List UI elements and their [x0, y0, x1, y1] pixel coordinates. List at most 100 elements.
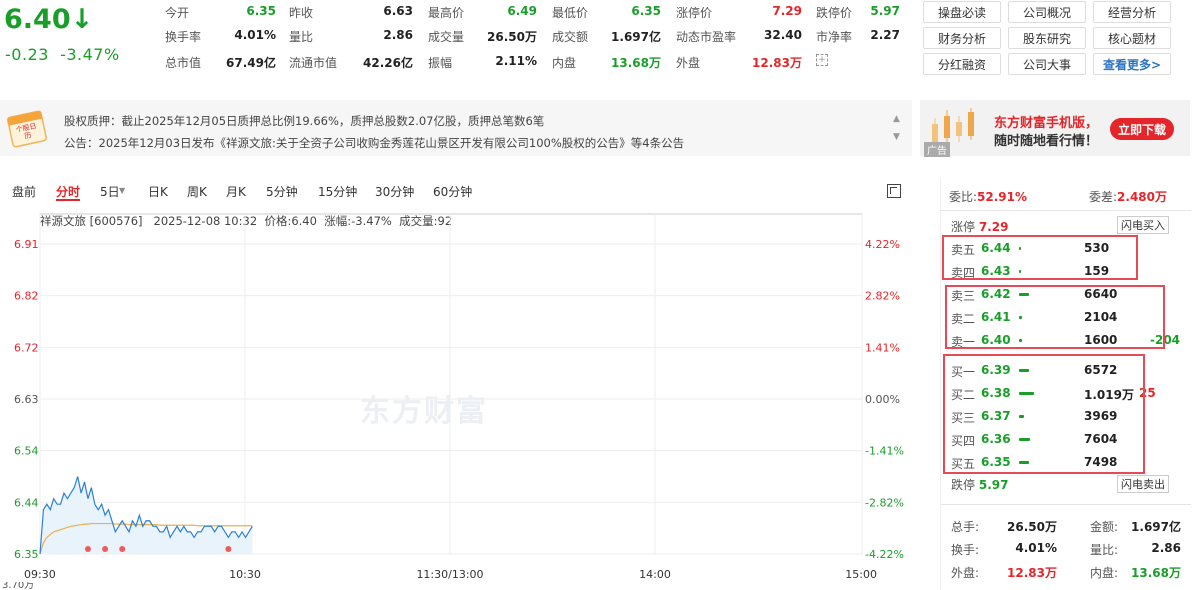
ad-tag: 广告	[924, 142, 950, 157]
quote-label: 涨停价	[676, 6, 713, 20]
quote-value: 12.83万	[752, 56, 802, 70]
stat-value: 12.83万	[1007, 566, 1057, 580]
weicha-label: 委差:	[1089, 190, 1118, 204]
stat-value: 4.01%	[1015, 541, 1057, 555]
right-tick: -1.41%	[865, 445, 904, 458]
x-tick: 14:00	[639, 568, 671, 581]
quote-label: 动态市盈率	[676, 30, 737, 44]
quote-value: 7.29	[772, 4, 802, 18]
weibi-value: 52.91%	[977, 190, 1028, 204]
header-button[interactable]: 财务分析	[923, 27, 1001, 49]
limit-down-value: 5.97	[978, 478, 1009, 492]
header-button[interactable]: 股东研究	[1008, 27, 1086, 49]
trade-marker[interactable]	[119, 546, 126, 552]
quote-value: 26.50万	[487, 30, 537, 44]
quote-label: 总市值	[165, 56, 202, 70]
stat-value: 1.697亿	[1131, 520, 1181, 534]
quote-value: 2.11%	[495, 54, 537, 68]
quote-label: 外盘	[676, 56, 701, 70]
quote-value: 1.697亿	[611, 30, 661, 44]
tab-4[interactable]: 周K	[187, 183, 207, 200]
stat-value: 13.68万	[1131, 566, 1181, 580]
stat-label: 量比:	[1090, 543, 1119, 557]
x-tick: 10:30	[229, 568, 261, 581]
expand-quotes-icon[interactable]: +	[816, 54, 828, 66]
flash-buy-button[interactable]: 闪电买入	[1117, 216, 1169, 234]
quote-label: 今开	[165, 6, 190, 20]
tab-7[interactable]: 15分钟	[318, 183, 357, 200]
limit-up-label: 涨停	[951, 220, 976, 234]
header-button[interactable]: 公司大事	[1008, 53, 1086, 75]
right-tick: 0.00%	[865, 393, 900, 406]
trade-marker[interactable]	[225, 546, 232, 552]
right-tick: -2.82%	[865, 496, 904, 509]
stat-label: 内盘:	[1090, 566, 1119, 580]
left-tick: 6.44	[14, 496, 39, 509]
current-price: 6.40↓	[4, 4, 94, 35]
quote-label: 成交量	[428, 30, 465, 44]
x-tick: 09:30	[24, 568, 56, 581]
stat-value: 26.50万	[1007, 520, 1057, 534]
header-button[interactable]: 操盘必读	[923, 1, 1001, 23]
quote-label: 换手率	[165, 30, 202, 44]
tab-3[interactable]: 日K	[148, 183, 168, 200]
trade-marker[interactable]	[84, 546, 91, 552]
watermark: 东方财富	[360, 394, 488, 429]
calendar-icon[interactable]: 个股日历	[6, 108, 50, 148]
left-tick: 6.72	[14, 341, 39, 354]
header-button[interactable]: 公司概况	[1008, 1, 1086, 23]
change-value: -0.23	[5, 45, 49, 64]
quote-value: 6.49	[507, 4, 537, 18]
quote-label: 振幅	[428, 56, 453, 70]
notice-bar: 个股日历 股权质押：截止2025年12月05日质押总比例19.66%，质押总股数…	[0, 100, 912, 156]
left-tick: 6.54	[14, 445, 39, 458]
highlight-box-2	[945, 285, 1165, 349]
weicha-value: 2.480万	[1117, 190, 1168, 204]
ad-banner[interactable]: 广告 东方财富手机版， 随时随地看行情！ 立即下载	[920, 100, 1190, 157]
quote-value: 42.26亿	[363, 56, 413, 70]
scroll-down-icon[interactable]: ▼	[893, 132, 900, 142]
stat-value: 2.86	[1151, 541, 1181, 555]
ad-line-1: 东方财富手机版，	[994, 116, 1099, 131]
flash-sell-button[interactable]: 闪电卖出	[1117, 475, 1169, 493]
quote-value: 2.86	[383, 28, 413, 42]
quote-label: 内盘	[552, 56, 577, 70]
quote-value: 6.35	[246, 4, 276, 18]
quote-value: 6.35	[631, 4, 661, 18]
quote-value: 67.49亿	[226, 56, 276, 70]
fullscreen-icon[interactable]	[887, 184, 901, 198]
announcement-notice[interactable]: 公告：2025年12月03日发布《祥源文旅:关于全资子公司收购金秀莲花山景区开发…	[64, 135, 684, 151]
download-button[interactable]: 立即下载	[1110, 118, 1174, 140]
tab-9[interactable]: 60分钟	[433, 183, 472, 200]
weibi-label: 委比:	[949, 190, 978, 204]
tab-2[interactable]: 5日	[100, 183, 120, 200]
quote-label: 最低价	[552, 6, 589, 20]
trade-marker[interactable]	[102, 546, 109, 552]
pledge-notice[interactable]: 股权质押：截止2025年12月05日质押总比例19.66%，质押总股数2.07亿…	[64, 113, 544, 129]
scroll-up-icon[interactable]: ▲	[893, 114, 900, 124]
quote-value: 6.63	[383, 4, 413, 18]
header-button[interactable]: 核心题材	[1093, 27, 1171, 49]
chevron-down-icon: ▼	[119, 186, 126, 195]
tab-0[interactable]: 盘前	[12, 183, 36, 200]
right-tick: 4.22%	[865, 238, 900, 251]
x-tick: 11:30/13:00	[416, 568, 483, 581]
price-area	[40, 476, 253, 554]
tab-5[interactable]: 月K	[226, 183, 246, 200]
quote-label: 量比	[289, 30, 314, 44]
quote-value: 4.01%	[234, 28, 276, 42]
tab-1[interactable]: 分时	[56, 183, 80, 200]
quote-label: 流通市值	[289, 56, 338, 70]
ad-line-2: 随时随地看行情！	[994, 134, 1099, 149]
tab-6[interactable]: 5分钟	[266, 183, 298, 200]
right-tick: 2.82%	[865, 290, 900, 303]
header-button[interactable]: 查看更多>	[1093, 53, 1171, 75]
header-button[interactable]: 分红融资	[923, 53, 1001, 75]
quote-value: 32.40	[764, 28, 802, 42]
tab-8[interactable]: 30分钟	[375, 183, 414, 200]
quote-value: 2.27	[870, 28, 900, 42]
limit-down-label: 跌停	[951, 478, 976, 492]
highlight-box-3	[943, 354, 1145, 474]
header-button[interactable]: 经营分析	[1093, 1, 1171, 23]
stat-label: 总手:	[951, 520, 980, 534]
